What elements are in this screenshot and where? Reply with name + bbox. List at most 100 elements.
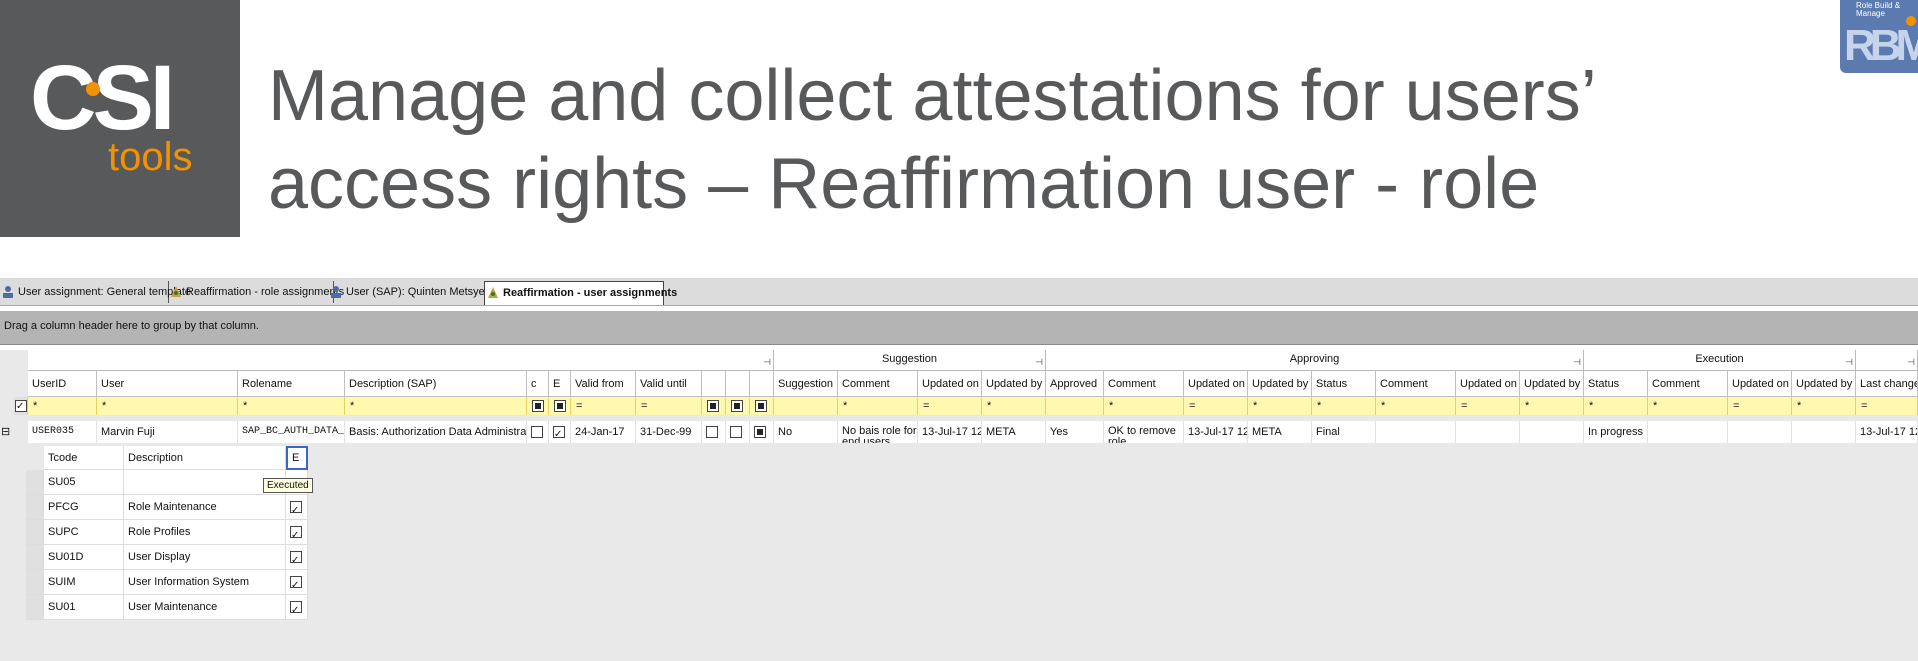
detail-e[interactable] [286,545,308,570]
cell-a-comment[interactable]: OK to remove role [1104,421,1184,443]
band-execution[interactable]: Execution ⊣ [1584,350,1856,371]
col-suggestion[interactable]: Suggestion [774,371,838,397]
col-a2-updated-on[interactable]: Updated on [1456,371,1520,397]
cell-flag-2[interactable] [726,421,750,443]
row-indicator[interactable] [26,545,44,570]
band-approving[interactable]: Approving ⊣ [1046,350,1584,371]
cell-s-comment[interactable]: No bais role for end users allowed [838,421,918,443]
col-a-status[interactable]: Status [1312,371,1376,397]
tab-user-sap[interactable]: User (SAP): Quinten Metsyes (*) [328,281,505,303]
pin-icon[interactable]: ⊣ [1035,353,1043,370]
filter-flag-2[interactable] [726,397,750,415]
col-s-comment[interactable]: Comment [838,371,918,397]
expand-collapse-icon[interactable]: ⊟ [0,421,14,443]
cell-flag-1[interactable] [702,421,726,443]
cell-a-updated-on[interactable]: 13-Jul-17 12:... [1184,421,1248,443]
col-e-comment[interactable]: Comment [1648,371,1728,397]
filter-user[interactable]: * [97,397,238,415]
cell-userid[interactable]: USER035 [28,421,97,443]
filter-flag-3[interactable] [750,397,774,415]
detail-description[interactable] [124,470,286,495]
row-indicator[interactable] [26,495,44,520]
filter-e-status[interactable]: * [1584,397,1648,415]
detail-tcode[interactable]: SU05 [44,470,124,495]
col-description[interactable]: Description (SAP) [345,371,527,397]
filter-a-status[interactable]: * [1312,397,1376,415]
detail-description[interactable]: User Maintenance [124,595,286,620]
tab-reaffirmation-user[interactable]: Reaffirmation - user assignments [484,281,677,305]
cell-e-comment[interactable] [1648,421,1728,443]
cell-approved[interactable]: Yes [1046,421,1104,443]
detail-description[interactable]: Role Profiles [124,520,286,545]
detail-tcode[interactable]: PFCG [44,495,124,520]
filter-a2-updated-by[interactable]: * [1520,397,1584,415]
filter-e-comment[interactable]: * [1648,397,1728,415]
detail-tcode[interactable]: SUIM [44,570,124,595]
cell-e-updated-by[interactable] [1792,421,1856,443]
detail-tcode[interactable]: SU01 [44,595,124,620]
filter-s-updated-by[interactable]: * [982,397,1046,415]
col-rolename[interactable]: Rolename [238,371,345,397]
filter-e[interactable] [549,397,571,415]
col-a2-updated-by[interactable]: Updated by [1520,371,1584,397]
cell-valid-from[interactable]: 24-Jan-17 [571,421,636,443]
col-c[interactable]: c [527,371,549,397]
cell-e[interactable] [549,421,571,443]
cell-s-updated-on[interactable]: 13-Jul-17 12:... [918,421,982,443]
detail-description[interactable]: User Display [124,545,286,570]
col-a-updated-on[interactable]: Updated on [1184,371,1248,397]
detail-description[interactable]: User Information System [124,570,286,595]
filter-flag-1[interactable] [702,397,726,415]
col-user[interactable]: User [97,371,238,397]
cell-c[interactable] [527,421,549,443]
col-s-updated-on[interactable]: Updated on [918,371,982,397]
cell-suggestion[interactable]: No [774,421,838,443]
filter-suggestion[interactable] [774,397,838,415]
filter-last-changed[interactable]: = [1856,397,1918,415]
col-e-updated-on[interactable]: Updated on [1728,371,1792,397]
band-suggestion[interactable]: Suggestion ⊣ [774,350,1046,371]
col-flag-3[interactable] [750,371,774,397]
cell-a-updated-by[interactable]: META [1248,421,1312,443]
filter-valid-until[interactable]: = [636,397,702,415]
filter-approved[interactable] [1046,397,1104,415]
cell-description[interactable]: Basis: Authorization Data Administrator [345,421,527,443]
filter-rolename[interactable]: * [238,397,345,415]
cell-e-updated-on[interactable] [1728,421,1792,443]
tab-reaffirmation-role[interactable]: Reaffirmation - role assignments [168,281,344,303]
cell-s-updated-by[interactable]: META [982,421,1046,443]
filter-userid[interactable]: * [28,397,97,415]
cell-a2-updated-by[interactable] [1520,421,1584,443]
col-userid[interactable]: UserID [28,371,97,397]
filter-s-updated-on[interactable]: = [918,397,982,415]
cell-a2-updated-on[interactable] [1456,421,1520,443]
col-s-updated-by[interactable]: Updated by [982,371,1046,397]
row-indicator[interactable] [26,520,44,545]
pin-icon[interactable]: ⊣ [1907,353,1915,370]
pin-icon[interactable]: ⊣ [1845,353,1853,370]
col-valid-until[interactable]: Valid until [636,371,702,397]
col-valid-from[interactable]: Valid from [571,371,636,397]
row-indicator[interactable] [26,595,44,620]
filter-a2-comment[interactable]: * [1376,397,1456,415]
detail-tcode[interactable]: SUPC [44,520,124,545]
detail-e[interactable] [286,570,308,595]
filter-description[interactable]: * [345,397,527,415]
filter-toggle[interactable] [14,397,28,415]
filter-s-comment[interactable]: * [838,397,918,415]
filter-a-updated-by[interactable]: * [1248,397,1312,415]
cell-e-status[interactable]: In progress [1584,421,1648,443]
col-flag-2[interactable] [726,371,750,397]
cell-a-status[interactable]: Final [1312,421,1376,443]
detail-e[interactable] [286,495,308,520]
row-indicator[interactable] [26,570,44,595]
tab-user-assignment[interactable]: User assignment: General template [0,281,191,303]
filter-c[interactable] [527,397,549,415]
col-e[interactable]: E [549,371,571,397]
detail-description[interactable]: Role Maintenance [124,495,286,520]
detail-col-description[interactable]: Description [124,446,286,470]
col-flag-1[interactable] [702,371,726,397]
row-indicator[interactable] [26,470,44,495]
pin-icon[interactable]: ⊣ [763,353,771,370]
filter-e-updated-on[interactable]: = [1728,397,1792,415]
